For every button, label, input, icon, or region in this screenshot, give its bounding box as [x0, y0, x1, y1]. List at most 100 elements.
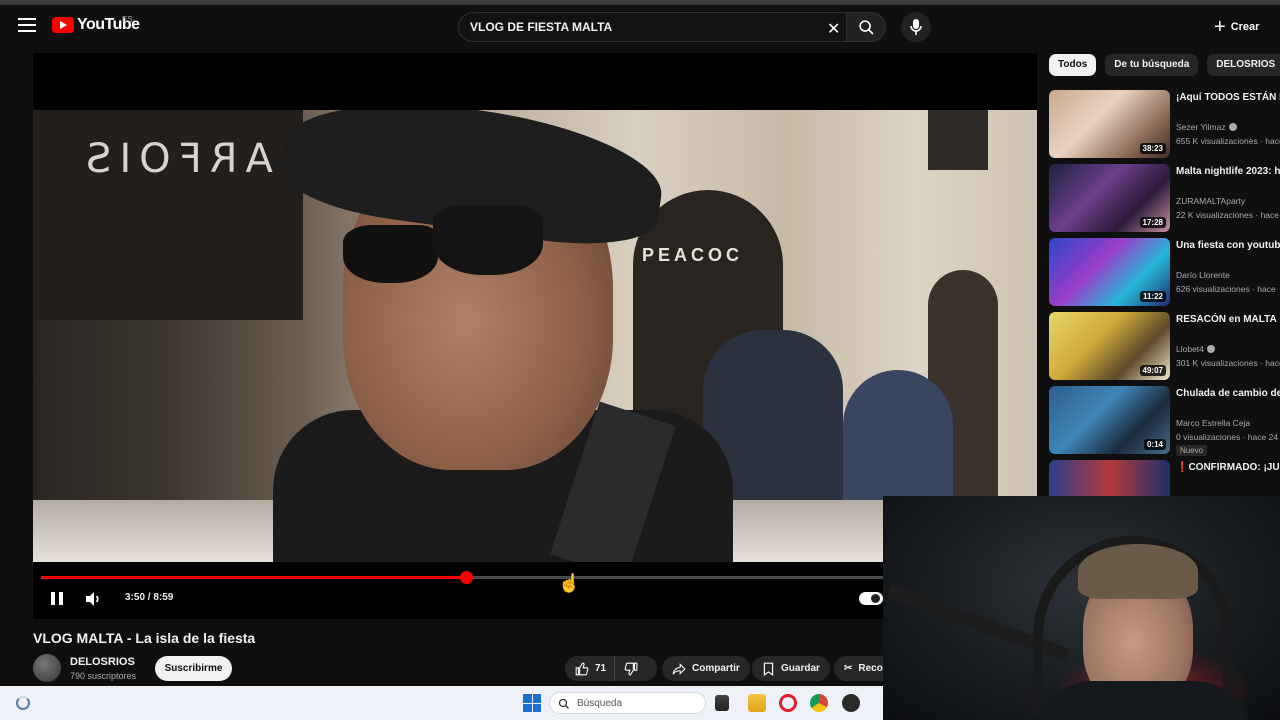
progress-scrubber[interactable]: [460, 571, 474, 584]
list-item[interactable]: 49:07 RESACÓN en MALTA Llobet4 301 K vis…: [1049, 312, 1280, 380]
rec-title: ¡Aquí TODOS ESTÁN BORRACHOS! – ¡Vida noc…: [1176, 92, 1280, 103]
chip-all[interactable]: Todos: [1049, 54, 1097, 76]
mouse-cursor-icon: ☝: [558, 573, 581, 593]
verified-icon: [1228, 123, 1237, 131]
video-title: VLOG MALTA - La isla de la fiesta: [33, 630, 256, 646]
save-icon: [763, 662, 774, 676]
video-thumbnail[interactable]: 38:23: [1049, 90, 1170, 158]
windows-taskbar: Búsqueda: [0, 686, 883, 720]
rec-channel[interactable]: ZURAMALTAparty: [1176, 196, 1245, 206]
menu-icon[interactable]: [16, 14, 38, 36]
clip-button[interactable]: ✂ Recortar: [834, 656, 883, 681]
taskbar-search-placeholder: Búsqueda: [577, 698, 623, 709]
video-scene-sunglasses: [433, 205, 543, 275]
subscribe-button[interactable]: Suscribirme: [155, 656, 232, 681]
clear-icon[interactable]: ✕: [827, 19, 840, 39]
rec-title: ❗CONFIRMADO: ¡JULIÁN ÁLVAREZ el GRAN SUE…: [1176, 462, 1280, 473]
obs-icon[interactable]: [842, 694, 860, 712]
rec-meta: 655 K visualizaciones · hace: [1176, 136, 1280, 146]
voice-search-button[interactable]: [901, 12, 931, 42]
share-button[interactable]: Compartir: [662, 656, 750, 681]
share-icon: [672, 662, 686, 675]
rec-channel[interactable]: Sezer Yilmaz: [1176, 122, 1237, 132]
clip-label: Recortar: [858, 663, 883, 674]
search-query[interactable]: VLOG DE FIESTA MALTA: [470, 20, 612, 34]
list-item[interactable]: 0:14 Chulada de cambio de mi querido her…: [1049, 386, 1280, 456]
subscriber-count: 790 suscriptores: [70, 671, 137, 681]
chip-channel[interactable]: DELOSRIOS: [1207, 54, 1280, 76]
country-code: ES: [122, 15, 133, 24]
duration-badge: 38:23: [1139, 143, 1166, 154]
save-label: Guardar: [781, 663, 820, 674]
youtube-logo-icon: [52, 17, 74, 33]
chip-from-search[interactable]: De tu búsqueda: [1105, 54, 1199, 76]
share-label: Compartir: [692, 663, 740, 674]
filter-chips: Todos De tu búsqueda DELOSRIOS V: [1049, 54, 1280, 76]
video-thumbnail[interactable]: 17:28: [1049, 164, 1170, 232]
video-scene-sign: PEACOC: [642, 245, 744, 265]
pause-icon[interactable]: [47, 590, 67, 608]
rec-channel[interactable]: Darío Llorente: [1176, 270, 1230, 280]
duration-badge: 17:28: [1139, 217, 1166, 228]
video-scene-sunglasses: [343, 225, 438, 283]
opera-icon[interactable]: [779, 694, 797, 712]
rec-meta: 22 K visualizaciones · hace: [1176, 210, 1280, 220]
explorer-icon[interactable]: [748, 694, 766, 712]
taskbar-search-input[interactable]: Búsqueda: [549, 692, 706, 714]
list-item[interactable]: ❗CONFIRMADO: ¡JULIÁN ÁLVAREZ el GRAN SUE…: [1049, 460, 1280, 496]
list-item[interactable]: 11:22 Una fiesta con youtubers Españoles…: [1049, 238, 1280, 306]
chrome-icon[interactable]: [810, 694, 828, 712]
video-thumbnail[interactable]: 11:22: [1049, 238, 1170, 306]
windows-start-icon[interactable]: [523, 694, 541, 712]
like-button[interactable]: 71: [565, 656, 616, 681]
avatar[interactable]: [33, 654, 61, 682]
list-item[interactable]: 17:28 Malta nightlife 2023: hot party vi…: [1049, 164, 1280, 232]
video-scene-storefront: ARFOIS: [33, 110, 303, 320]
rec-title: Chulada de cambio de mi querido hermanit…: [1176, 388, 1280, 399]
duration-badge: 49:07: [1139, 365, 1166, 376]
new-badge: Nuevo: [1176, 445, 1208, 456]
rec-meta: 0 visualizaciones · hace 24: [1176, 432, 1279, 442]
verified-icon: [1206, 345, 1215, 353]
webcam-scene-shirt: [1033, 681, 1253, 720]
masthead: YouTube ES VLOG DE FIESTA MALTA ✕ + Crea…: [0, 5, 1280, 45]
search-icon: [558, 698, 569, 709]
task-view-icon[interactable]: [715, 695, 729, 711]
volume-icon[interactable]: [83, 589, 103, 609]
duration-badge: 0:14: [1143, 439, 1166, 450]
create-label: Crear: [1230, 21, 1260, 33]
rec-title: RESACÓN en MALTA: [1176, 314, 1277, 325]
video-thumbnail[interactable]: 0:14: [1049, 386, 1170, 454]
time-display: 3:50 / 8:59: [125, 592, 174, 603]
dislike-icon: [624, 662, 638, 675]
search-button[interactable]: [846, 12, 886, 42]
video-thumbnail[interactable]: 49:07: [1049, 312, 1170, 380]
like-count: 71: [595, 663, 607, 674]
mic-icon: [910, 19, 922, 35]
progress-played: [41, 576, 467, 579]
rec-title: Una fiesta con youtubers Españoles por M…: [1176, 240, 1280, 251]
video-scene-window: [928, 110, 988, 170]
rec-meta: 626 visualizaciones · hace: [1176, 284, 1276, 294]
rec-channel[interactable]: Llobet4: [1176, 344, 1215, 354]
search-input[interactable]: VLOG DE FIESTA MALTA ✕: [458, 12, 848, 42]
clip-icon: ✂: [844, 663, 853, 674]
create-button[interactable]: + Crear: [1214, 14, 1259, 40]
loading-icon: [16, 696, 30, 710]
save-button[interactable]: Guardar: [752, 656, 830, 681]
autoplay-toggle[interactable]: [859, 592, 883, 605]
like-icon: [575, 662, 589, 675]
search-icon: [859, 20, 874, 35]
video-thumbnail[interactable]: [1049, 460, 1170, 496]
plus-icon: +: [1214, 15, 1226, 38]
rec-channel[interactable]: Marco Estrella Ceja: [1176, 418, 1250, 428]
video-frame[interactable]: ARFOIS PEACOC: [33, 110, 1037, 562]
dislike-button[interactable]: [615, 656, 644, 681]
list-item[interactable]: 38:23 ¡Aquí TODOS ESTÁN BORRACHOS! – ¡Vi…: [1049, 90, 1280, 158]
like-dislike-group: 71: [565, 656, 657, 681]
webcam-overlay: [883, 496, 1280, 720]
duration-badge: 11:22: [1139, 291, 1166, 302]
webcam-scene-hair: [1078, 544, 1198, 599]
channel-name[interactable]: DELOSRIOS: [70, 656, 135, 668]
rec-meta: 301 K visualizaciones · hace: [1176, 358, 1280, 368]
